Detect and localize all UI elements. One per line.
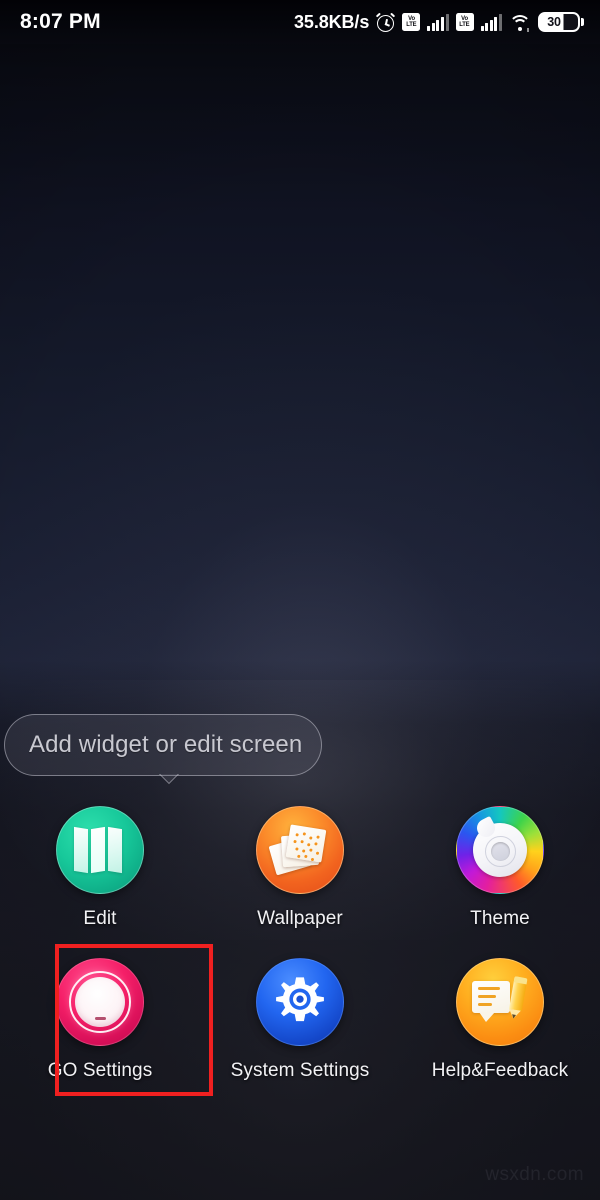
color-wheel-icon[interactable] (456, 806, 544, 894)
status-bar-indicators: 35.8KB/s Vo LTE Vo LTE 30 (294, 12, 584, 33)
paper-sheets-icon[interactable] (256, 806, 344, 894)
menu-item-label: Wallpaper (257, 908, 343, 929)
add-widget-tooltip-label: Add widget or edit screen (29, 731, 303, 758)
menu-item-help-feedback[interactable]: Help&Feedback (400, 952, 600, 1082)
go-launcher-icon[interactable] (56, 958, 144, 1046)
menu-item-system-settings[interactable]: System Settings (200, 952, 400, 1082)
signal-bars-sim2-icon (480, 13, 502, 31)
menu-item-theme[interactable]: Theme (400, 800, 600, 930)
wifi-icon (509, 14, 531, 32)
status-bar: 8:07 PM 35.8KB/s Vo LTE Vo LTE 30 (0, 0, 600, 44)
home-screen: 8:07 PM 35.8KB/s Vo LTE Vo LTE 30 Add wi… (0, 0, 600, 1200)
status-bar-clock: 8:07 PM (20, 10, 101, 33)
watermark: wsxdn.com (485, 1164, 584, 1185)
book-pages-icon[interactable] (56, 806, 144, 894)
menu-item-go-settings[interactable]: GO Settings (0, 952, 200, 1082)
volte-sim2-bottom: LTE (459, 21, 470, 28)
alarm-clock-icon (376, 12, 396, 32)
menu-item-wallpaper[interactable]: Wallpaper (200, 800, 400, 930)
tooltip-pointer-icon (157, 774, 181, 787)
volte-sim1-bottom: LTE (406, 21, 417, 28)
menu-item-label: System Settings (230, 1060, 370, 1081)
speech-pencil-icon[interactable] (456, 958, 544, 1046)
battery-icon: 30 (538, 12, 584, 32)
volte-sim2-icon: Vo LTE (455, 13, 474, 31)
menu-item-label: Edit (83, 908, 117, 929)
menu-item-label: Help&Feedback (431, 1060, 569, 1081)
home-options-menu: Edit Wallpaper Theme GO Settings System … (0, 800, 600, 1082)
volte-sim1-icon: Vo LTE (402, 13, 421, 31)
signal-bars-sim1-icon (427, 13, 449, 31)
menu-item-label: Theme (470, 908, 530, 929)
menu-item-edit[interactable]: Edit (0, 800, 200, 930)
add-widget-tooltip[interactable]: Add widget or edit screen (4, 714, 322, 776)
battery-level-text: 30 (547, 15, 561, 29)
network-speed-text: 35.8KB/s (294, 11, 370, 32)
menu-item-label: GO Settings (47, 1060, 153, 1081)
gear-icon[interactable] (256, 958, 344, 1046)
